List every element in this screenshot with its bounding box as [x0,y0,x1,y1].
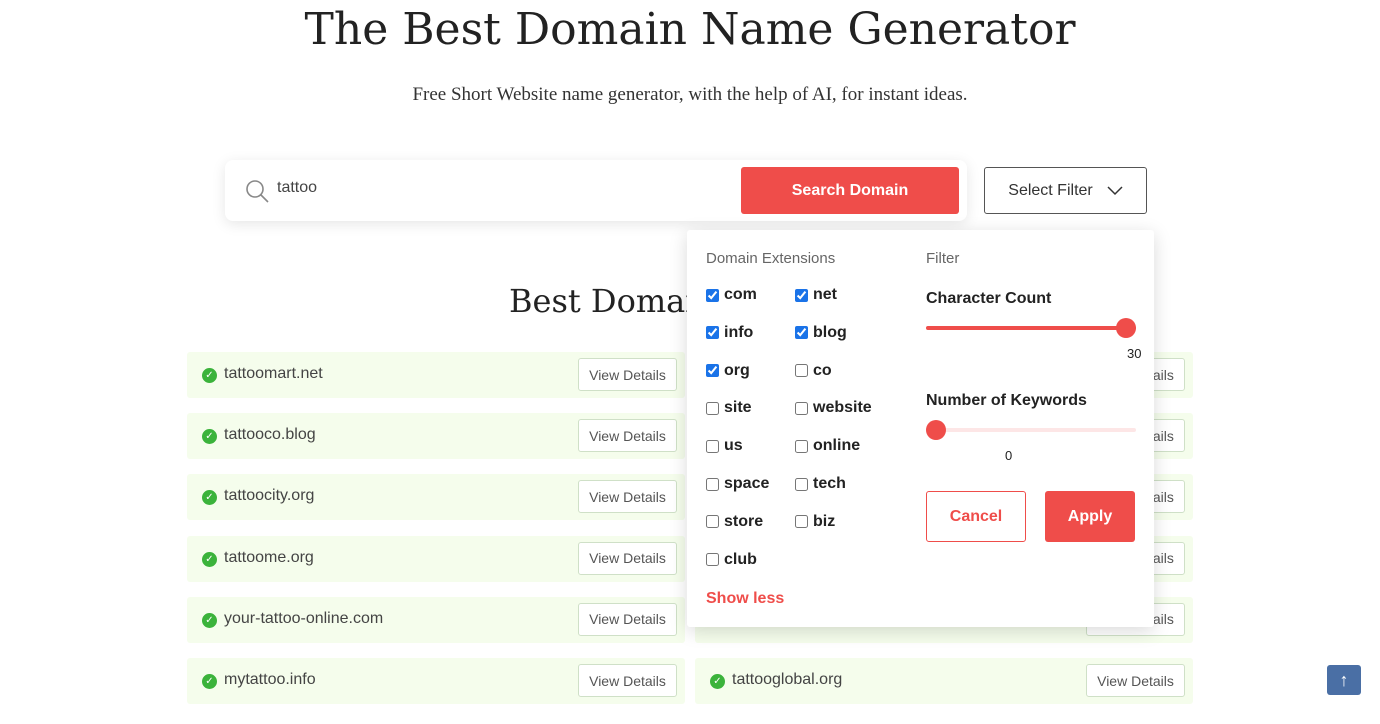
checkbox[interactable] [706,364,719,378]
extension-checkbox-co[interactable]: co [795,362,832,380]
domain-row: ✓ tattooco.blog View Details [187,413,685,460]
check-circle-icon: ✓ [202,674,217,689]
arrow-up-icon: ↑ [1339,670,1349,690]
domain-row: ✓ tattoomart.net View Details [187,352,685,398]
extension-checkbox-space[interactable]: space [706,475,769,493]
extension-checkbox-club[interactable]: club [706,551,757,569]
extension-checkbox-blog[interactable]: blog [795,324,847,342]
search-input[interactable] [275,178,679,198]
extension-label: co [813,361,832,379]
keywords-label: Number of Keywords [926,392,1087,409]
domain-name: tattoome.org [224,548,314,566]
checkbox[interactable] [795,401,808,415]
search-bar: Search Domain [225,160,967,221]
checkbox[interactable] [795,515,808,529]
select-filter-button[interactable]: Select Filter [984,167,1147,214]
checkbox[interactable] [795,326,808,340]
extension-checkbox-store[interactable]: store [706,513,763,531]
extension-checkbox-com[interactable]: com [706,286,757,304]
extension-label: site [724,399,752,417]
filter-popup: Domain Extensions Filter com net info blog o… [687,230,1154,627]
extension-checkbox-info[interactable]: info [706,324,753,342]
keywords-thumb[interactable] [926,420,946,440]
check-circle-icon: ✓ [202,612,217,628]
character-count-label: Character Count [926,290,1052,307]
extension-checkbox-biz[interactable]: biz [795,513,835,531]
extension-label: blog [813,323,847,341]
view-details-button[interactable]: View Details [578,541,677,575]
apply-button[interactable]: Apply [1045,491,1135,542]
domain-row: ✓ tattooglobal.org View Details [695,658,1193,704]
checkbox[interactable] [795,477,808,491]
character-count-value: 30 [1127,346,1142,361]
domain-name: tattoocity.org [224,487,315,505]
view-details-button[interactable]: View Details [578,419,677,453]
page-subtitle: Free Short Website name generator, with … [412,84,968,105]
domain-name: mytattoo.info [224,671,316,688]
extension-checkbox-org[interactable]: org [706,362,750,380]
keywords-slider[interactable] [926,428,1136,432]
extension-checkbox-tech[interactable]: tech [795,475,846,493]
extension-checkbox-website[interactable]: website [795,399,872,417]
results-title: Best Domain [509,282,717,320]
domain-row: ✓ mytattoo.info View Details [187,658,685,704]
extension-checkbox-us[interactable]: us [706,437,743,455]
extension-label: us [724,437,743,455]
check-circle-icon: ✓ [202,368,217,383]
extension-label: online [813,437,861,455]
domain-row: ✓ tattoome.org View Details [187,535,685,582]
view-details-button[interactable]: View Details [578,602,677,636]
checkbox[interactable] [706,553,719,567]
domain-extensions-label: Domain Extensions [706,250,836,267]
view-details-button[interactable]: View Details [578,664,677,697]
checkbox[interactable] [795,364,808,378]
extension-label: store [724,512,764,530]
extension-label: club [724,550,757,568]
extension-checkbox-site[interactable]: site [706,399,752,417]
extension-label: org [724,361,750,379]
cancel-button[interactable]: Cancel [926,491,1026,542]
page-title: The Best Domain Name Generator [304,4,1076,55]
extension-label: info [724,323,754,341]
show-less-link[interactable]: Show less [706,590,784,608]
domain-name: your-tattoo-online.com [224,609,384,627]
filter-label: Filter [926,250,960,267]
check-circle-icon: ✓ [202,429,217,445]
domain-name: tattooco.blog [224,426,316,444]
scroll-to-top-button[interactable]: ↑ [1327,665,1361,695]
checkbox[interactable] [706,401,719,415]
keywords-value: 0 [1005,448,1013,463]
chevron-down-icon [1107,185,1123,195]
domain-name: tattoomart.net [224,365,323,382]
checkbox[interactable] [795,439,808,453]
extension-label: com [724,286,757,303]
checkbox[interactable] [706,439,719,453]
checkbox[interactable] [795,288,808,302]
extension-label: net [813,286,837,303]
domain-name: tattooglobal.org [732,671,843,688]
character-count-thumb[interactable] [1116,318,1136,338]
view-details-button[interactable]: View Details [1086,664,1185,697]
checkbox[interactable] [706,477,719,491]
check-circle-icon: ✓ [710,674,725,689]
extension-checkbox-online[interactable]: online [795,437,860,455]
search-icon [246,180,269,203]
extension-label: website [813,399,872,417]
extension-label: biz [813,512,836,530]
checkbox[interactable] [706,326,719,340]
check-circle-icon: ✓ [202,490,217,506]
view-details-button[interactable]: View Details [578,480,677,514]
extension-checkbox-net[interactable]: net [795,286,837,304]
domain-row: ✓ your-tattoo-online.com View Details [187,596,685,643]
search-domain-button[interactable]: Search Domain [741,167,959,214]
character-count-slider[interactable] [926,326,1136,330]
extension-label: tech [813,475,846,492]
extension-label: space [724,475,770,492]
checkbox[interactable] [706,515,719,529]
checkbox[interactable] [706,288,719,302]
select-filter-label: Select Filter [1008,181,1093,199]
check-circle-icon: ✓ [202,551,217,567]
view-details-button[interactable]: View Details [578,358,677,391]
domain-row: ✓ tattoocity.org View Details [187,474,685,521]
